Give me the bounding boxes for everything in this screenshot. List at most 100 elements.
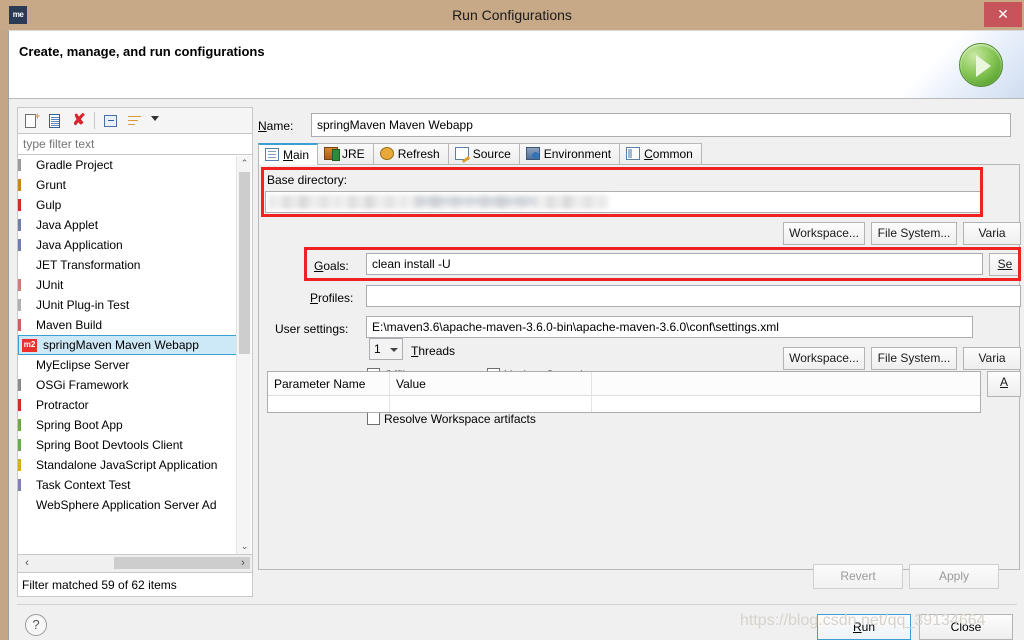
source-tab-icon — [454, 147, 469, 160]
tree-item-junit[interactable]: JUnit — [18, 275, 252, 295]
tree-item-myeclipse-server[interactable]: MyEclipse Server — [18, 355, 252, 375]
collapse-all-icon[interactable] — [102, 112, 120, 130]
tree-item-label: Spring Boot App — [36, 418, 123, 432]
tab-label: JRE — [342, 147, 365, 161]
threads-value: 1 — [374, 342, 381, 356]
tree-item-label: Protractor — [36, 398, 89, 412]
tree-item-label: Java Application — [36, 238, 123, 252]
goals-input[interactable] — [366, 253, 983, 275]
tree-item-label: Gulp — [36, 198, 62, 212]
basedir-variables-button[interactable]: Varia — [963, 222, 1021, 245]
tree-item-junit-plug-in-test[interactable]: JUnit Plug-in Test — [18, 295, 252, 315]
threads-dropdown[interactable]: 1 — [369, 338, 403, 360]
tree-item-maven-build[interactable]: Maven Build — [18, 315, 252, 335]
dialog-banner: Create, manage, and run configurations — [9, 31, 1024, 99]
tree-item-protractor[interactable]: Protractor — [18, 395, 252, 415]
tree-item-java-applet[interactable]: Java Applet — [18, 215, 252, 235]
spring-boot-icon — [18, 419, 21, 431]
profiles-label: Profiles: — [310, 291, 354, 305]
tab-label: Main — [283, 148, 310, 162]
base-directory-input[interactable] — [265, 191, 983, 213]
jre-tab-icon — [324, 147, 341, 161]
settings-variables-button[interactable]: Varia — [963, 347, 1021, 370]
tab-environment[interactable]: Environment — [518, 143, 621, 165]
apply-button[interactable]: Apply — [909, 564, 999, 589]
configurations-tree-panel: + ✘ type filter text Gradle Project Grun… — [17, 107, 253, 600]
goals-select-button[interactable]: Se — [989, 253, 1021, 276]
tree-item-springmaven-maven-webapp[interactable]: m2 springMaven Maven Webapp — [18, 335, 250, 355]
common-tab-icon — [626, 147, 641, 160]
tab-jre[interactable]: JRE — [317, 143, 374, 165]
window-titlebar: me Run Configurations ✕ — [0, 0, 1024, 30]
tree-item-label: JET Transformation — [36, 258, 141, 272]
parameters-table-header: Parameter Name Value — [268, 372, 980, 396]
tree-item-label: Spring Boot Devtools Client — [36, 438, 183, 452]
main-tab-content: Base directory: Workspace... File System… — [258, 164, 1021, 570]
tree-item-java-application[interactable]: Java Application — [18, 235, 252, 255]
new-configuration-icon[interactable]: + — [22, 112, 40, 130]
close-button[interactable]: Close — [919, 614, 1013, 640]
js-app-icon — [18, 459, 21, 471]
tree-item-grunt[interactable]: Grunt — [18, 175, 252, 195]
column-parameter-name[interactable]: Parameter Name — [268, 372, 390, 396]
tab-label: Refresh — [397, 147, 440, 161]
settings-filesystem-button[interactable]: File System... — [871, 347, 957, 370]
tree-item-gulp[interactable]: Gulp — [18, 195, 252, 215]
tree-item-label: JUnit — [36, 278, 64, 292]
page-title: Create, manage, and run configurations — [19, 44, 265, 59]
osgi-icon — [18, 379, 21, 391]
redacted-path-blur-accent — [416, 198, 536, 204]
tree-item-spring-boot-devtools-client[interactable]: Spring Boot Devtools Client — [18, 435, 252, 455]
vertical-scroll-thumb[interactable] — [239, 172, 250, 354]
tree-item-gradle-project[interactable]: Gradle Project — [18, 155, 252, 175]
tree-horizontal-scrollbar[interactable]: ‹ › — [17, 555, 253, 573]
resolve-workspace-artifacts-checkbox-row[interactable]: Resolve Workspace artifacts — [367, 412, 536, 426]
close-icon[interactable]: ✕ — [984, 2, 1022, 27]
tree-item-label: WebSphere Application Server Ad — [36, 498, 217, 512]
column-value[interactable]: Value — [390, 372, 592, 396]
tree-item-standalone-javascript-application[interactable]: Standalone JavaScript Application — [18, 455, 252, 475]
dialog-body: Create, manage, and run configurations +… — [8, 30, 1024, 640]
maven-build-icon — [18, 319, 21, 331]
tree-item-label: Gradle Project — [36, 158, 113, 172]
delete-configuration-icon[interactable]: ✘ — [70, 112, 88, 130]
revert-button[interactable]: Revert — [813, 564, 903, 589]
tree-rows-container: Gradle Project Grunt Gulp Java Applet Java A… — [18, 155, 252, 515]
configurations-tree[interactable]: Gradle Project Grunt Gulp Java Applet Java A… — [17, 155, 253, 555]
tree-item-osgi-framework[interactable]: OSGi Framework — [18, 375, 252, 395]
tree-item-label: Standalone JavaScript Application — [36, 458, 218, 472]
profiles-input[interactable] — [366, 285, 1021, 307]
tree-item-jet-transformation[interactable]: JET Transformation — [18, 255, 252, 275]
column-extra[interactable] — [592, 372, 980, 396]
scroll-down-icon[interactable]: ⌄ — [237, 539, 252, 554]
tab-common[interactable]: Common — [619, 143, 702, 165]
settings-workspace-button[interactable]: Workspace... — [783, 347, 865, 370]
run-button[interactable]: Run — [817, 614, 911, 640]
tree-item-label: springMaven Maven Webapp — [43, 338, 199, 352]
configuration-name-input[interactable] — [311, 113, 1011, 137]
user-settings-input[interactable] — [366, 316, 973, 338]
tree-vertical-scrollbar[interactable]: ⌃ ⌄ — [236, 156, 251, 554]
filter-input[interactable] — [17, 133, 253, 155]
add-parameter-button[interactable]: A — [987, 371, 1021, 397]
scroll-up-icon[interactable]: ⌃ — [237, 156, 252, 171]
basedir-filesystem-button[interactable]: File System... — [871, 222, 957, 245]
tab-source[interactable]: Source — [447, 143, 520, 165]
horizontal-scroll-thumb[interactable] — [114, 557, 250, 569]
view-menu-chevron-down-icon[interactable] — [151, 116, 159, 121]
filter-launch-icon[interactable] — [126, 112, 144, 130]
basedir-workspace-button[interactable]: Workspace... — [783, 222, 865, 245]
tree-item-spring-boot-app[interactable]: Spring Boot App — [18, 415, 252, 435]
tab-refresh[interactable]: Refresh — [372, 143, 449, 165]
resolve-workspace-artifacts-checkbox[interactable] — [367, 412, 380, 425]
task-context-icon — [18, 479, 21, 491]
help-icon[interactable]: ? — [25, 614, 47, 636]
scroll-right-icon[interactable]: › — [234, 555, 252, 571]
parameters-table[interactable]: Parameter Name Value — [267, 371, 981, 413]
tab-main[interactable]: Main — [258, 143, 319, 165]
duplicate-configuration-icon[interactable] — [46, 112, 64, 130]
websphere-icon — [18, 499, 21, 511]
tree-item-task-context-test[interactable]: Task Context Test — [18, 475, 252, 495]
tree-item-websphere-application-server-ad[interactable]: WebSphere Application Server Ad — [18, 495, 252, 515]
scroll-left-icon[interactable]: ‹ — [18, 555, 36, 571]
